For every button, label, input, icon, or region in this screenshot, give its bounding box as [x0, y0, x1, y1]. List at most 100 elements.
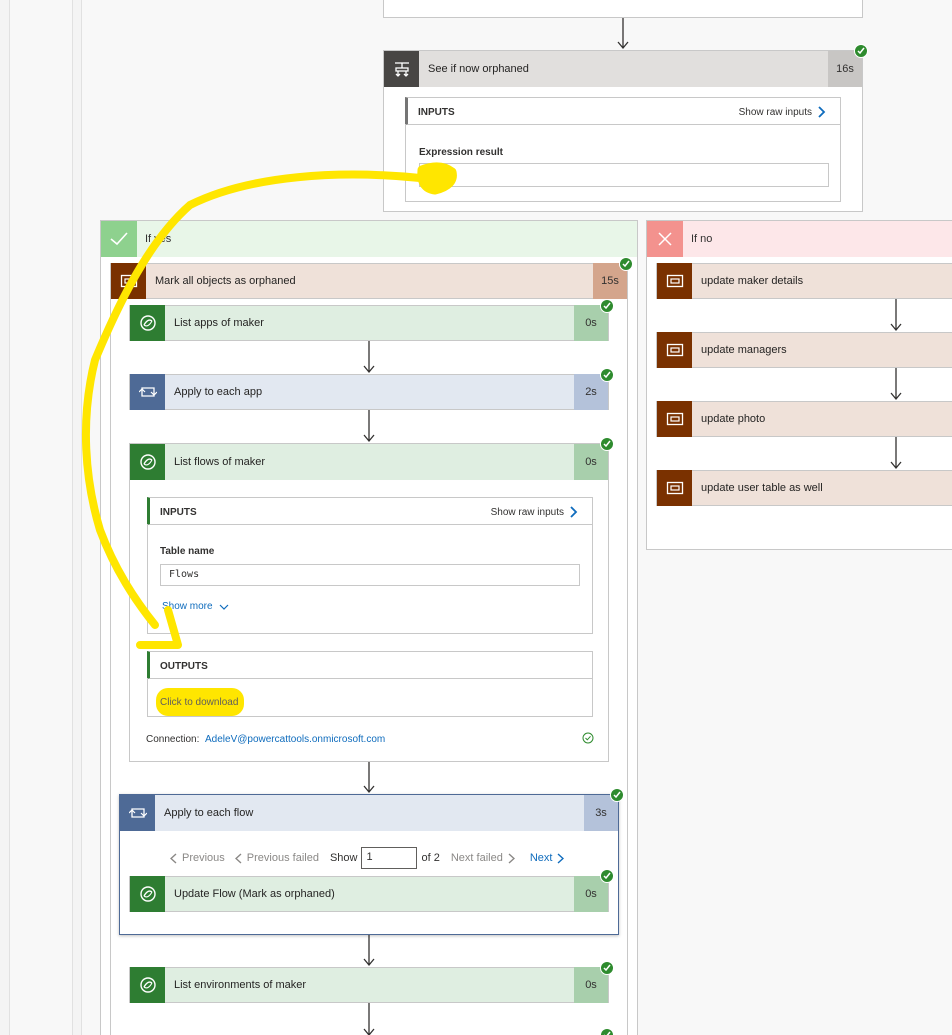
of-total-label: of 2: [421, 852, 440, 864]
inputs-label: INPUTS: [418, 107, 455, 118]
left-rail: [0, 0, 10, 1035]
success-check-icon: [600, 368, 614, 382]
show-label: Show: [329, 852, 358, 864]
scope-icon: [657, 263, 692, 299]
connector-arrow: [363, 762, 375, 794]
cross-icon: [647, 221, 683, 257]
previous-step-card[interactable]: [383, 0, 863, 18]
if-yes-label: If yes: [145, 233, 172, 245]
dataverse-icon: [130, 876, 165, 912]
if-no-label: If no: [691, 233, 713, 245]
update-managers-title: update managers: [701, 344, 787, 356]
chevron-right-icon: [508, 852, 515, 864]
condition-step-title: See if now orphaned: [428, 63, 529, 75]
click-to-download-link[interactable]: Click to download: [160, 697, 238, 708]
if-no-header[interactable]: If no: [647, 221, 952, 257]
chevron-right-icon: [570, 506, 578, 518]
connection-label: Connection:: [146, 734, 200, 745]
condition-inputs-section: INPUTS Show raw inputs: [405, 97, 841, 125]
connector-arrow: [363, 341, 375, 374]
condition-step-header[interactable]: See if now orphaned 16s: [384, 51, 862, 87]
scope-icon: [657, 470, 692, 506]
list-environments-step[interactable]: List environments of maker 0s: [129, 967, 609, 1003]
show-raw-inputs-link[interactable]: Show raw inputs: [739, 106, 826, 118]
iteration-page-input[interactable]: 1: [361, 847, 418, 869]
update-photo-title: update photo: [701, 413, 766, 425]
list-flows-header[interactable]: List flows of maker 0s: [130, 444, 608, 480]
apply-each-app-step[interactable]: Apply to each app 2s: [129, 374, 609, 410]
dataverse-icon: [130, 967, 165, 1003]
loop-icon: [120, 795, 155, 831]
list-environments-title: List environments of maker: [174, 979, 307, 991]
next-button[interactable]: Next: [530, 852, 553, 864]
connector-arrow: [890, 299, 902, 332]
list-apps-step[interactable]: List apps of maker 0s: [129, 305, 609, 341]
scope-icon: [657, 332, 692, 368]
chevron-left-icon: [234, 852, 242, 864]
show-raw-inputs-text: Show raw inputs: [738, 106, 812, 118]
success-check-icon: [600, 869, 614, 883]
apply-each-flow-title: Apply to each flow: [164, 807, 254, 819]
update-flow-step[interactable]: Update Flow (Mark as orphaned) 0s: [129, 876, 609, 912]
expression-result-label: Expression result: [419, 147, 503, 158]
scope-title: Mark all objects as orphaned: [155, 275, 296, 287]
iteration-pager: Previous Previous failed Show 1 of 2 Nex…: [170, 847, 565, 869]
success-check-icon: [600, 437, 614, 451]
check-icon: [101, 221, 137, 257]
scope-icon: [657, 401, 692, 437]
connector-arrow: [363, 935, 375, 967]
expression-result-value: true: [419, 163, 829, 187]
next-failed-button[interactable]: Next failed: [451, 852, 503, 864]
dataverse-icon: [130, 305, 165, 341]
if-yes-header[interactable]: If yes: [101, 221, 637, 257]
connector-arrow: [617, 18, 629, 50]
list-apps-title: List apps of maker: [174, 317, 264, 329]
loop-icon: [130, 374, 165, 410]
table-name-value: Flows: [160, 564, 580, 586]
canvas-rail: [72, 0, 82, 1035]
connection-ok-icon: [582, 732, 594, 744]
update-photo-step[interactable]: update photo: [656, 401, 952, 437]
list-flows-card[interactable]: List flows of maker 0s INPUTS Show raw i…: [129, 443, 609, 762]
apply-each-flow-header[interactable]: Apply to each flow 3s: [120, 795, 618, 831]
chevron-left-icon: [170, 852, 177, 864]
success-check-icon: [600, 1028, 614, 1035]
update-user-table-title: update user table as well: [701, 482, 823, 494]
flows-inputs-section: INPUTS Show raw inputs: [147, 497, 593, 525]
update-user-table-step[interactable]: update user table as well: [656, 470, 952, 506]
connection-value[interactable]: AdeleV@powercattools.onmicrosoft.com: [205, 734, 385, 745]
apply-each-flow-card[interactable]: Apply to each flow 3s Previous Previous …: [119, 794, 619, 935]
update-maker-details-title: update maker details: [701, 275, 804, 287]
chevron-right-icon: [557, 852, 565, 864]
success-check-icon: [610, 788, 624, 802]
update-maker-details-step[interactable]: update maker details: [656, 263, 952, 299]
condition-step-card[interactable]: See if now orphaned 16s INPUTS Show raw …: [383, 50, 863, 212]
show-more-link[interactable]: Show more: [162, 601, 229, 612]
success-check-icon: [600, 961, 614, 975]
success-check-icon: [600, 299, 614, 313]
connector-arrow: [890, 437, 902, 470]
chevron-right-icon: [818, 106, 826, 118]
update-flow-title: Update Flow (Mark as orphaned): [174, 888, 335, 900]
show-raw-inputs-text: Show raw inputs: [490, 506, 564, 518]
connector-arrow: [363, 1003, 375, 1035]
previous-failed-button[interactable]: Previous failed: [247, 852, 319, 864]
chevron-down-icon: [219, 604, 229, 610]
show-more-text: Show more: [162, 601, 213, 612]
scope-header[interactable]: Mark all objects as orphaned 15s: [110, 263, 628, 299]
connector-arrow: [363, 410, 375, 443]
previous-button[interactable]: Previous: [182, 852, 225, 864]
success-check-icon: [619, 257, 633, 271]
show-raw-inputs-link[interactable]: Show raw inputs: [491, 506, 578, 518]
dataverse-icon: [130, 444, 165, 480]
scope-icon: [111, 263, 146, 299]
outputs-label: OUTPUTS: [160, 661, 208, 672]
inputs-label: INPUTS: [160, 507, 197, 518]
update-managers-step[interactable]: update managers: [656, 332, 952, 368]
apply-each-app-title: Apply to each app: [174, 386, 263, 398]
connector-arrow: [890, 368, 902, 401]
list-flows-title: List flows of maker: [174, 456, 266, 468]
condition-icon: [384, 51, 419, 87]
flows-outputs-section: OUTPUTS: [147, 651, 593, 679]
success-check-icon: [854, 44, 868, 58]
